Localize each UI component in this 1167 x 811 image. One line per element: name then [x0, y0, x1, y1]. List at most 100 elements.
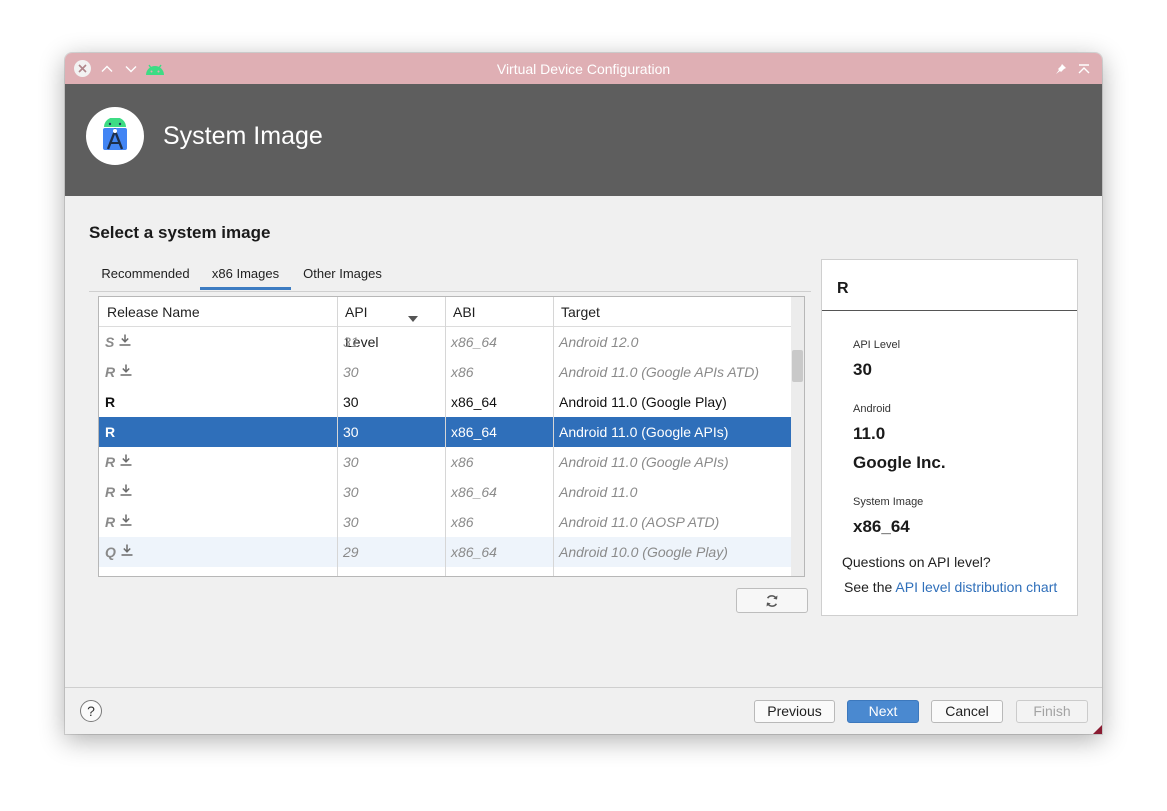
restore-icon[interactable]: [1075, 60, 1092, 77]
column-divider: [553, 297, 554, 576]
download-icon[interactable]: [121, 536, 133, 566]
help-button[interactable]: ?: [80, 700, 102, 722]
cell-target: Android 12.0: [553, 327, 791, 357]
target-text: Android 12.0: [559, 334, 639, 350]
cell-api: 30: [337, 447, 445, 477]
column-header-target[interactable]: Target: [553, 297, 791, 326]
release-text: R: [105, 514, 116, 530]
abi-text: x86_64: [451, 544, 497, 560]
titlebar: Virtual Device Configuration: [65, 53, 1102, 84]
api-text: 29: [343, 544, 359, 560]
system-image-table: Release Name API Level ABI Target S 31 x86…: [98, 296, 805, 577]
api-text: 30: [343, 394, 359, 410]
api-text: 30: [343, 454, 359, 470]
api-question-text: Questions on API level?: [842, 554, 991, 570]
cell-api: 30: [337, 357, 445, 387]
cell-api: 29: [337, 537, 445, 567]
pin-icon[interactable]: [1052, 60, 1069, 77]
column-divider: [445, 297, 446, 576]
sort-down-icon: [408, 309, 418, 327]
system-image-value: x86_64: [853, 517, 910, 536]
cell-release: R: [99, 387, 337, 417]
cell-release: R: [99, 447, 337, 477]
tab-other-images[interactable]: Other Images: [301, 257, 384, 290]
target-text: Android 11.0: [559, 484, 638, 500]
api-text: 30: [343, 424, 359, 440]
android-label: Android: [853, 403, 891, 415]
android-version-value: 11.0: [853, 424, 886, 443]
api-text: 30: [343, 364, 359, 380]
api-text: 30: [343, 514, 359, 530]
cell-api: 30: [337, 417, 445, 447]
system-image-label: System Image: [853, 496, 924, 508]
refresh-icon: [766, 594, 778, 607]
release-text: R: [105, 424, 116, 440]
api-distribution-text: See the API level distribution chart: [844, 579, 1057, 595]
download-icon[interactable]: [120, 506, 132, 536]
cell-release: S: [99, 327, 337, 357]
cell-api: 30: [337, 477, 445, 507]
tab-recommended[interactable]: Recommended: [101, 257, 190, 290]
column-header-api-level[interactable]: API Level: [337, 297, 403, 350]
scrollbar-thumb[interactable]: [792, 350, 803, 382]
release-text: R: [105, 364, 116, 380]
target-text: Android 11.0 (Google Play): [559, 394, 727, 410]
download-icon[interactable]: [120, 446, 132, 476]
cell-abi: x86: [445, 357, 553, 387]
release-text: S: [105, 334, 115, 350]
api-distribution-link[interactable]: API level distribution chart: [895, 579, 1057, 595]
table-scrollbar[interactable]: [791, 297, 804, 576]
abi-text: x86: [451, 364, 474, 380]
download-icon[interactable]: [120, 476, 132, 506]
vendor-value: Google Inc.: [853, 453, 946, 472]
column-divider: [337, 297, 338, 576]
download-icon[interactable]: [119, 326, 131, 356]
column-header-release-name[interactable]: Release Name: [99, 297, 337, 326]
cell-abi: x86_64: [445, 537, 553, 567]
cell-abi: x86_64: [445, 327, 553, 357]
cell-target: Android 11.0 (Google APIs ATD): [553, 357, 791, 387]
tab-x86-images[interactable]: x86 Images: [200, 257, 291, 290]
api-level-value: 30: [853, 360, 872, 379]
see-prefix: See the: [844, 579, 896, 595]
cell-release: Q: [99, 537, 337, 567]
release-text: R: [105, 394, 116, 410]
abi-text: x86: [451, 514, 474, 530]
abi-text: x86_64: [451, 334, 497, 350]
cell-api: 30: [337, 507, 445, 537]
android-studio-logo: [86, 107, 144, 165]
page-header-title: System Image: [163, 122, 323, 150]
footer-divider: [65, 687, 1102, 688]
cell-abi: x86_64: [445, 477, 553, 507]
cell-target: Android 11.0: [553, 477, 791, 507]
cell-abi: x86_64: [445, 417, 553, 447]
previous-button[interactable]: Previous: [754, 700, 835, 723]
download-icon[interactable]: [120, 356, 132, 386]
finish-button[interactable]: Finish: [1016, 700, 1088, 723]
refresh-button[interactable]: [736, 588, 808, 613]
api-level-label: API Level: [853, 339, 901, 351]
column-header-abi[interactable]: ABI: [445, 297, 553, 326]
window-title: Virtual Device Configuration: [496, 61, 671, 77]
target-text: Android 11.0 (Google APIs): [559, 454, 729, 470]
details-title: R: [837, 280, 849, 297]
cell-release: R: [99, 507, 337, 537]
target-text: Android 10.0 (Google Play): [559, 544, 728, 560]
cancel-button[interactable]: Cancel: [931, 700, 1003, 723]
api-text: 30: [343, 484, 359, 500]
abi-text: x86_64: [451, 484, 497, 500]
target-text: Android 11.0 (AOSP ATD): [559, 514, 720, 530]
image-details-panel: R API Level 30 Android 11.0 Google Inc. …: [821, 259, 1078, 616]
abi-text: x86_64: [451, 424, 497, 440]
cell-release: R: [99, 357, 337, 387]
dialog-window: Virtual Device Configuration System Imag…: [65, 53, 1102, 734]
cell-target: Android 11.0 (Google APIs): [553, 417, 791, 447]
next-button[interactable]: Next: [847, 700, 919, 723]
cell-target: Android 11.0 (Google Play): [553, 387, 791, 417]
release-text: Q: [105, 544, 116, 560]
window-corner-mark: [1093, 725, 1102, 734]
cell-abi: x86_64: [445, 387, 553, 417]
cell-api: 30: [337, 387, 445, 417]
cell-release: R: [99, 477, 337, 507]
cell-abi: x86: [445, 507, 553, 537]
